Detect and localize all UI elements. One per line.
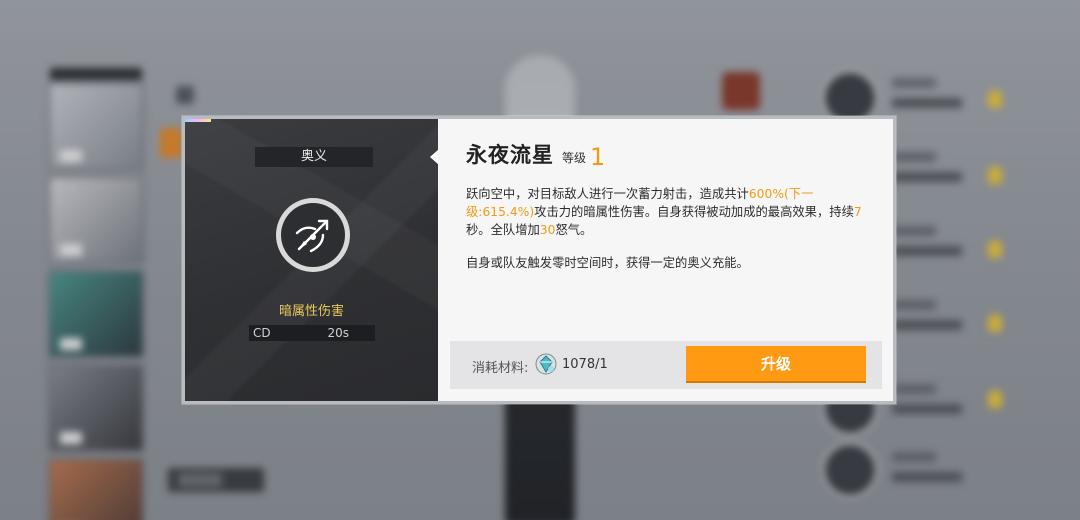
skill-title-row: 永夜流星 等级 1 (466, 139, 605, 169)
cooldown-label: CD (253, 326, 271, 340)
level-value: 1 (590, 143, 606, 171)
cost-label: 消耗材料: (472, 361, 529, 376)
skill-name: 永夜流星 (466, 143, 554, 167)
damage-type-label: 暗属性伤害 (278, 304, 344, 319)
skill-detail-dialog: 奥义 暗属性伤害 CD 20s 永夜流星 等级 1 跃向空中，对目标敌人进行一次… (182, 116, 896, 404)
rarity-accent (185, 119, 211, 122)
description-paragraph: 自身或队友触发零时空间时，获得一定的奥义充能。 (466, 256, 749, 270)
desc-text: 怒气。 (555, 223, 593, 237)
cooldown-value: 20s (327, 326, 349, 340)
level-label: 等级 (562, 151, 587, 165)
upgrade-cost-bar: 消耗材料: 1078/1 升级 (450, 341, 882, 389)
cooldown-bar: CD 20s (249, 325, 375, 341)
upgrade-button[interactable]: 升级 (686, 346, 866, 381)
skill-detail-panel: 永夜流星 等级 1 跃向空中，对目标敌人进行一次蓄力射击，造成共计600%(下一… (438, 119, 893, 401)
crystal-material-icon (535, 353, 557, 375)
desc-text: 秒。全队增加 (466, 223, 540, 237)
meteor-spear-icon (276, 198, 350, 272)
skill-summary-panel: 奥义 暗属性伤害 CD 20s (185, 119, 438, 401)
skill-type-tag: 奥义 (255, 147, 373, 167)
desc-highlight: 30 (539, 223, 556, 237)
description-paragraph: 跃向空中，对目标敌人进行一次蓄力射击，造成共计600%(下一级:615.4%)攻… (466, 185, 872, 239)
desc-text: 攻击力的暗属性伤害。自身获得被动加成的最高效果，持续 (534, 205, 854, 219)
skill-description: 跃向空中，对目标敌人进行一次蓄力射击，造成共计600%(下一级:615.4%)攻… (466, 185, 872, 272)
desc-text: 跃向空中，对目标敌人进行一次蓄力射击，造成共计 (466, 187, 749, 201)
cost-quantity: 1078/1 (562, 357, 608, 372)
desc-highlight: 7 (853, 205, 862, 219)
